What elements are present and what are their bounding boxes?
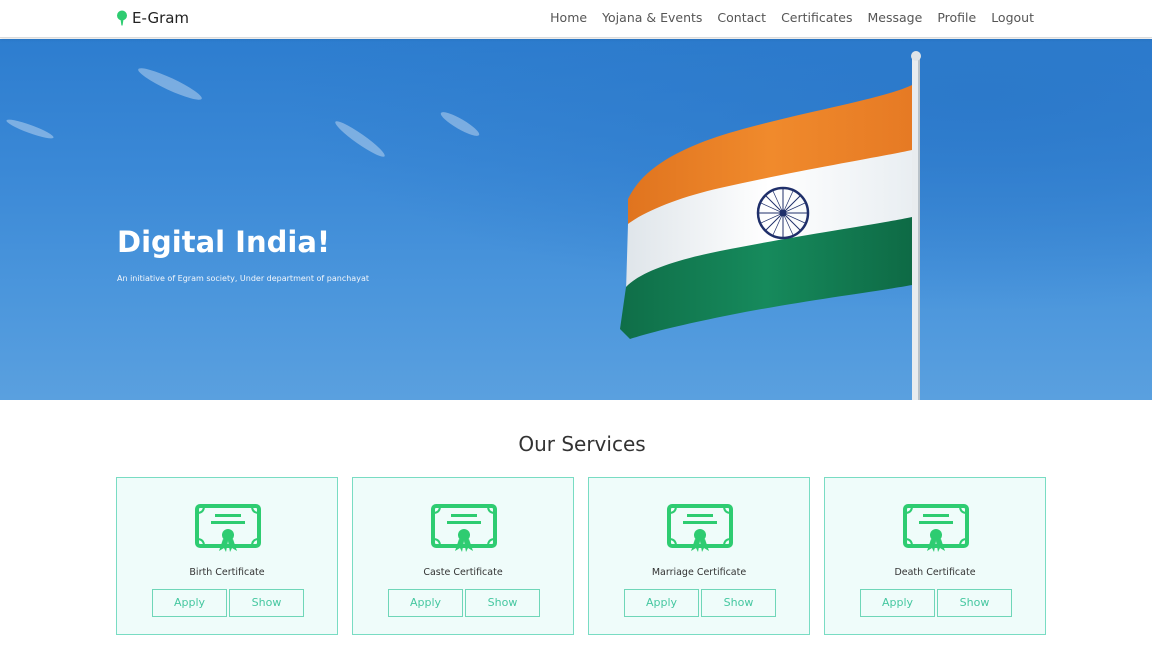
apply-button[interactable]: Apply (624, 589, 699, 617)
card-title: Marriage Certificate (651, 567, 747, 578)
service-card-birth: Birth Certificate Apply Show (116, 477, 338, 635)
nav-certificates[interactable]: Certificates (781, 10, 852, 25)
hero-banner: Digital India! An initiative of Egram so… (0, 39, 1152, 400)
show-button[interactable]: Show (701, 589, 776, 617)
nav-message[interactable]: Message (868, 10, 923, 25)
card-title: Caste Certificate (423, 567, 503, 578)
brand-name: E-Gram (132, 9, 190, 27)
certificate-icon (195, 504, 261, 552)
apply-button[interactable]: Apply (860, 589, 935, 617)
brand-link[interactable]: E-Gram (116, 8, 189, 28)
certificate-icon (431, 504, 497, 552)
card-title: Death Certificate (894, 567, 976, 578)
map-pin-icon (117, 10, 127, 26)
card-title: Birth Certificate (189, 567, 265, 578)
service-card-caste: Caste Certificate Apply Show (352, 477, 574, 635)
show-button[interactable]: Show (229, 589, 304, 617)
hero-subtitle: An initiative of Egram society, Under de… (117, 274, 369, 283)
certificate-icon (667, 504, 733, 552)
services-cards: Birth Certificate Apply Show Caste Certi… (116, 477, 1047, 635)
nav-yojana-events[interactable]: Yojana & Events (602, 10, 702, 25)
show-button[interactable]: Show (465, 589, 540, 617)
apply-button[interactable]: Apply (388, 589, 463, 617)
hero-flag-image (0, 39, 1152, 400)
service-card-death: Death Certificate Apply Show (824, 477, 1046, 635)
nav-home[interactable]: Home (550, 10, 587, 25)
hero-title: Digital India! (117, 225, 331, 259)
navbar: E-Gram Home Yojana & Events Contact Cert… (0, 0, 1152, 38)
nav-contact[interactable]: Contact (717, 10, 766, 25)
service-card-marriage: Marriage Certificate Apply Show (588, 477, 810, 635)
nav-menu: Home Yojana & Events Contact Certificate… (550, 10, 1034, 25)
nav-logout[interactable]: Logout (991, 10, 1034, 25)
services-heading: Our Services (518, 432, 646, 456)
show-button[interactable]: Show (937, 589, 1012, 617)
nav-profile[interactable]: Profile (937, 10, 976, 25)
apply-button[interactable]: Apply (152, 589, 227, 617)
certificate-icon (903, 504, 969, 552)
